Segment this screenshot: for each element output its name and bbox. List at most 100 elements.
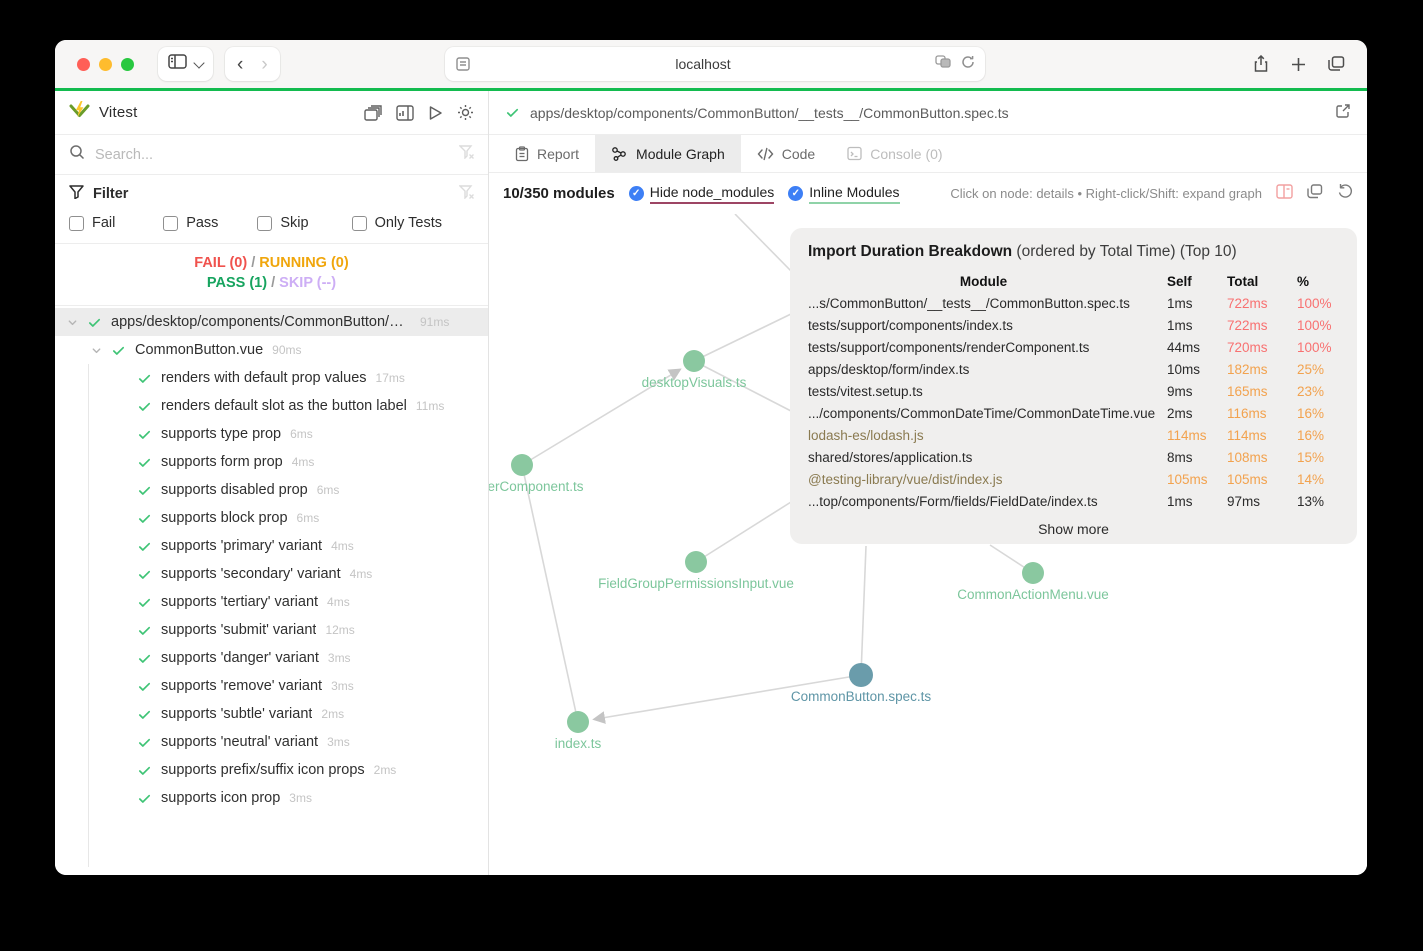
- export-graph-icon[interactable]: [1307, 183, 1323, 204]
- pass-check-icon: [138, 430, 151, 439]
- graph-node-label: CommonActionMenu.vue: [957, 587, 1109, 602]
- test-row[interactable]: supports 'subtle' variant 2ms: [55, 700, 488, 728]
- reader-view-icon[interactable]: [455, 57, 471, 71]
- tab-module-graph[interactable]: Module Graph: [595, 135, 741, 172]
- tab-overview-icon[interactable]: [1328, 56, 1345, 72]
- graph-node-rendercomponent-ts[interactable]: [511, 454, 533, 476]
- filter-checkbox-fail[interactable]: Fail: [69, 215, 163, 231]
- run-all-icon[interactable]: [428, 105, 443, 121]
- new-tab-icon[interactable]: [1291, 57, 1306, 72]
- graph-edge: [693, 313, 792, 362]
- filter-checkbox-only-tests[interactable]: Only Tests: [351, 215, 474, 231]
- test-row[interactable]: renders with default prop values 17ms: [55, 364, 488, 392]
- self-cell: 1ms: [1167, 296, 1193, 311]
- graph-node-fieldgrouppermissionsinput-vue[interactable]: [685, 551, 707, 573]
- url-text[interactable]: localhost: [471, 56, 935, 72]
- test-row[interactable]: supports disabled prop 6ms: [55, 476, 488, 504]
- test-row[interactable]: supports block prop 6ms: [55, 504, 488, 532]
- checkbox-checked-icon[interactable]: ✓: [628, 186, 644, 201]
- back-button[interactable]: ‹: [237, 55, 243, 74]
- pass-check-icon: [138, 486, 151, 495]
- filter-checkbox-pass[interactable]: Pass: [163, 215, 257, 231]
- test-row[interactable]: supports type prop 6ms: [55, 420, 488, 448]
- extensions-icon[interactable]: [935, 54, 953, 74]
- reset-graph-icon[interactable]: [1337, 183, 1353, 204]
- test-row[interactable]: renders default slot as the button label…: [55, 392, 488, 420]
- skip-count: SKIP (--): [279, 275, 337, 291]
- forward-button[interactable]: ›: [261, 55, 267, 74]
- close-window-button[interactable]: [77, 57, 90, 71]
- pass-check-icon: [138, 626, 151, 635]
- sidebar-toggle-icon: [168, 54, 187, 74]
- vitest-logo: [69, 100, 90, 125]
- total-cell: 722ms: [1227, 318, 1268, 333]
- module-graph-canvas[interactable]: desktopVisuals.ts renderComponent.ts Field…: [489, 214, 1367, 875]
- test-row[interactable]: supports form prop 4ms: [55, 448, 488, 476]
- test-row[interactable]: supports 'remove' variant 3ms: [55, 672, 488, 700]
- clear-filter-icon[interactable]: [458, 185, 474, 203]
- test-row[interactable]: supports 'submit' variant 12ms: [55, 616, 488, 644]
- filter-options: Fail Pass Skip Only Tests: [69, 215, 474, 231]
- tab-code[interactable]: Code: [741, 135, 831, 172]
- checkbox-unchecked-icon[interactable]: [163, 215, 179, 231]
- pass-check-icon: [138, 458, 151, 467]
- sidebar-toggle-button[interactable]: [158, 47, 213, 81]
- pass-check-icon: [138, 710, 151, 719]
- window-controls: [77, 57, 134, 71]
- graph-node-index-ts[interactable]: [567, 711, 589, 733]
- open-file-path: apps/desktop/components/CommonButton/__t…: [530, 104, 1009, 121]
- test-row[interactable]: supports prefix/suffix icon props 2ms: [55, 756, 488, 784]
- open-in-editor-icon[interactable]: [1335, 103, 1351, 122]
- test-row[interactable]: supports 'danger' variant 3ms: [55, 644, 488, 672]
- module-cell: tests/vitest.setup.ts: [808, 384, 923, 399]
- breakdown-table: Module Self Total % ...s/CommonButton/__…: [808, 271, 1339, 513]
- tab-report[interactable]: Report: [499, 135, 595, 172]
- checkbox-unchecked-icon[interactable]: [257, 215, 273, 231]
- checkbox-unchecked-icon[interactable]: [69, 215, 84, 231]
- chevron-down-icon[interactable]: [91, 345, 102, 356]
- report-view-icon[interactable]: [396, 104, 414, 121]
- total-cell: 165ms: [1227, 384, 1268, 399]
- pct-cell: 13%: [1297, 494, 1325, 509]
- test-counts: FAIL (0) / RUNNING (0) PASS (1) / SKIP (…: [55, 244, 488, 306]
- dashboard-icon[interactable]: [364, 104, 382, 121]
- self-cell: 1ms: [1167, 494, 1193, 509]
- node-modules-legend-icon[interactable]: [1276, 183, 1293, 204]
- search-input[interactable]: Search...: [95, 147, 449, 163]
- graph-node-commonbutton-spec-ts[interactable]: [849, 663, 873, 687]
- module-cell: tests/support/components/index.ts: [808, 318, 1013, 333]
- minimize-window-button[interactable]: [99, 57, 112, 71]
- share-icon[interactable]: [1253, 55, 1269, 73]
- test-suite-row[interactable]: CommonButton.vue 90ms: [55, 336, 488, 364]
- test-row[interactable]: supports 'neutral' variant 3ms: [55, 728, 488, 756]
- inline-modules-toggle[interactable]: ✓ Inline Modules: [788, 184, 900, 204]
- test-row[interactable]: supports 'primary' variant 4ms: [55, 532, 488, 560]
- hide-node-modules-toggle[interactable]: ✓ Hide node_modules: [628, 184, 775, 204]
- nav-buttons: ‹ ›: [225, 47, 280, 81]
- pct-cell: 100%: [1297, 340, 1332, 355]
- module-cell: ...s/CommonButton/__tests__/CommonButton…: [808, 296, 1130, 311]
- module-cell: .../components/CommonDateTime/CommonDate…: [808, 406, 1156, 421]
- checkbox-unchecked-icon[interactable]: [351, 215, 367, 231]
- filter-checkbox-skip[interactable]: Skip: [257, 215, 351, 231]
- checkbox-checked-icon[interactable]: ✓: [788, 186, 804, 201]
- zoom-window-button[interactable]: [121, 57, 134, 71]
- theme-toggle-icon[interactable]: [457, 104, 474, 121]
- test-file-row[interactable]: apps/desktop/components/CommonButton/__t…: [55, 308, 488, 336]
- details-pane: apps/desktop/components/CommonButton/__t…: [489, 91, 1367, 875]
- graph-node-commonactionmenu-vue[interactable]: [1022, 562, 1044, 584]
- clear-search-filter-icon[interactable]: [458, 145, 474, 164]
- address-bar[interactable]: localhost: [445, 47, 985, 81]
- show-more-button[interactable]: Show more: [808, 521, 1339, 537]
- test-row[interactable]: supports 'tertiary' variant 4ms: [55, 588, 488, 616]
- tab-console[interactable]: Console (0): [831, 135, 958, 172]
- test-row[interactable]: supports icon prop 3ms: [55, 784, 488, 812]
- graph-node-desktopvisuals-ts[interactable]: [683, 350, 705, 372]
- module-cell: ...top/components/Form/fields/FieldDate/…: [808, 494, 1098, 509]
- chevron-down-icon[interactable]: [67, 317, 78, 328]
- test-row[interactable]: supports 'secondary' variant 4ms: [55, 560, 488, 588]
- reload-icon[interactable]: [961, 55, 975, 74]
- pass-check-icon: [138, 654, 151, 663]
- pct-cell: 16%: [1297, 406, 1325, 421]
- report-icon: [515, 145, 529, 161]
